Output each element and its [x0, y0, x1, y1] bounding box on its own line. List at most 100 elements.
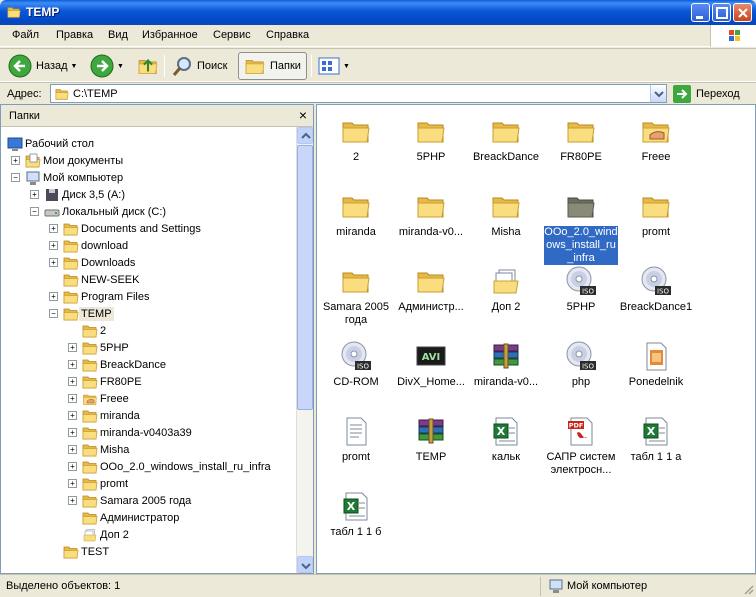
file-item[interactable]: Администр... [392, 259, 470, 331]
file-item[interactable]: табл 1 1 а [617, 409, 695, 481]
file-item[interactable]: FR80PE [542, 109, 620, 181]
menu-favorites[interactable]: Избранное [142, 29, 198, 41]
file-item[interactable]: php [542, 334, 620, 406]
file-item[interactable]: Доп 2 [467, 259, 545, 331]
tree-item[interactable]: + Freee [68, 390, 131, 407]
expand-icon[interactable]: + [68, 496, 77, 505]
file-item[interactable]: 5PHP [542, 259, 620, 331]
tree-item[interactable]: NEW-SEEK [63, 271, 141, 288]
back-button[interactable]: Назад ▼ [8, 52, 77, 80]
tree-item[interactable]: + Мои документы [11, 152, 125, 169]
tree-item[interactable]: + FR80PE [68, 373, 144, 390]
file-item[interactable]: Ponedelnik [617, 334, 695, 406]
go-button[interactable]: Переход [673, 84, 740, 103]
collapse-icon[interactable]: − [49, 309, 58, 318]
tree-item[interactable]: + Samara 2005 года [68, 492, 193, 509]
expand-icon[interactable]: + [49, 224, 58, 233]
tree-scrollbar[interactable] [296, 127, 313, 573]
expand-icon[interactable]: + [49, 258, 58, 267]
tree-item[interactable]: Администратор [82, 509, 181, 526]
expand-icon[interactable]: + [11, 156, 20, 165]
folders-button[interactable]: Папки [238, 52, 307, 80]
file-item[interactable]: promt [317, 409, 395, 481]
views-button[interactable]: ▼ [318, 52, 350, 80]
collapse-icon[interactable]: − [30, 207, 39, 216]
minimize-button[interactable] [691, 3, 710, 22]
file-item[interactable]: Freee [617, 109, 695, 181]
search-button[interactable]: Поиск [171, 52, 227, 80]
expand-icon[interactable]: + [49, 292, 58, 301]
menu-tools[interactable]: Сервис [213, 29, 251, 41]
expand-icon[interactable]: + [68, 479, 77, 488]
menu-file[interactable]: Файл [12, 29, 39, 41]
resize-grip-icon[interactable] [742, 583, 754, 595]
file-item[interactable]: САПР систем электросн... [542, 409, 620, 481]
title-bar[interactable]: TEMP [0, 0, 756, 25]
forward-button[interactable]: ▼ [90, 52, 124, 80]
address-input[interactable]: C:\TEMP [50, 84, 667, 103]
file-item[interactable]: promt [617, 184, 695, 256]
tree-item[interactable]: + Диск 3,5 (A:) [30, 186, 127, 203]
tree-item[interactable]: +5PHP [68, 339, 131, 356]
file-item[interactable]: 5PHP [392, 109, 470, 181]
tree-item[interactable]: − TEMP [49, 305, 114, 322]
tree-item[interactable]: − Локальный диск (C:) [30, 203, 168, 220]
expand-icon[interactable]: + [30, 190, 39, 199]
file-item[interactable]: BreackDance [467, 109, 545, 181]
expand-icon[interactable]: + [68, 428, 77, 437]
close-pane-icon[interactable]: × [299, 107, 307, 123]
tree-item[interactable]: + Program Files [49, 288, 151, 305]
expand-icon[interactable]: + [68, 462, 77, 471]
tree-item[interactable]: + miranda-v0403a39 [68, 424, 194, 441]
expand-icon[interactable]: + [68, 394, 77, 403]
file-label: promt [641, 226, 671, 238]
tree-item[interactable]: + Documents and Settings [49, 220, 203, 237]
tree-item[interactable]: Доп 2 [82, 526, 131, 543]
address-dropdown-button[interactable] [650, 85, 666, 102]
tree-item[interactable]: + OOo_2.0_windows_install_ru_infra [68, 458, 273, 475]
expand-icon[interactable]: + [68, 343, 77, 352]
views-dropdown-icon[interactable]: ▼ [343, 63, 350, 70]
file-item[interactable]: miranda [317, 184, 395, 256]
tree-item[interactable]: + BreackDance [68, 356, 168, 373]
forward-dropdown-icon[interactable]: ▼ [117, 63, 124, 70]
tree-item[interactable]: + Downloads [49, 254, 137, 271]
file-item[interactable]: 2 [317, 109, 395, 181]
scroll-up-button[interactable] [297, 127, 313, 144]
tree-item[interactable]: Рабочий стол [7, 135, 96, 152]
tree-item[interactable]: + download [49, 237, 130, 254]
tree-item[interactable]: + Misha [68, 441, 131, 458]
close-button[interactable] [733, 3, 752, 22]
expand-icon[interactable]: + [68, 377, 77, 386]
scroll-thumb[interactable] [297, 145, 313, 410]
file-item[interactable]: Misha [467, 184, 545, 256]
back-dropdown-icon[interactable]: ▼ [71, 63, 78, 70]
collapse-icon[interactable]: − [11, 173, 20, 182]
file-item[interactable]: табл 1 1 б [317, 484, 395, 556]
file-item[interactable]: кальк [467, 409, 545, 481]
menu-view[interactable]: Вид [108, 29, 128, 41]
tree-item[interactable]: + miranda [68, 407, 142, 424]
expand-icon[interactable]: + [68, 411, 77, 420]
tree-item[interactable]: TEST [63, 543, 111, 560]
file-item[interactable]: OOo_2.0_windows_install_ru_infra [542, 184, 620, 265]
file-item[interactable]: Samara 2005 года [317, 259, 395, 331]
file-item[interactable]: miranda-v0... [392, 184, 470, 256]
menu-help[interactable]: Справка [266, 29, 309, 41]
file-item[interactable]: CD-ROM [317, 334, 395, 406]
file-item[interactable]: BreackDance1 [617, 259, 695, 331]
tree-item[interactable]: − Мой компьютер [11, 169, 125, 186]
tree-item[interactable]: + promt [68, 475, 130, 492]
up-folder-button[interactable] [137, 52, 159, 80]
menu-edit[interactable]: Правка [56, 29, 93, 41]
file-item[interactable]: miranda-v0... [467, 334, 545, 406]
expand-icon[interactable]: + [68, 445, 77, 454]
tree-item[interactable]: 2 [82, 322, 108, 339]
file-item[interactable]: DivX_Home... [392, 334, 470, 406]
file-item[interactable]: TEMP [392, 409, 470, 481]
scroll-down-button[interactable] [297, 556, 313, 573]
folders-icon [244, 55, 266, 77]
maximize-button[interactable] [712, 3, 731, 22]
expand-icon[interactable]: + [68, 360, 77, 369]
expand-icon[interactable]: + [49, 241, 58, 250]
